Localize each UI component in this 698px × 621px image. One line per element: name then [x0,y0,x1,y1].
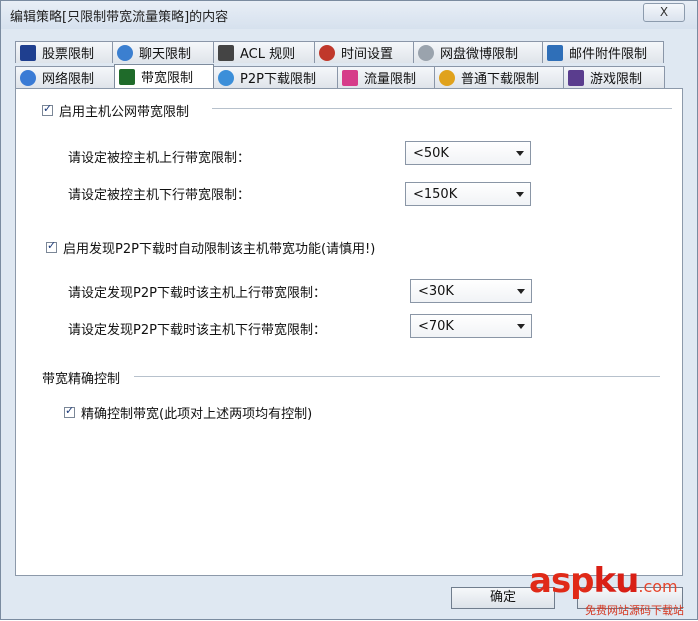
download-timer-icon [439,69,455,86]
tab-label: 带宽限制 [141,71,194,86]
tab-game-limit[interactable]: 游戏限制 [563,66,665,88]
public-bw-enable-checkbox[interactable] [42,102,53,116]
site-watermark-logo: aspku.com 免费网站源码下载站 [529,561,694,621]
chevron-down-icon [516,192,524,197]
download-limit-label: 请设定被控主机下行带宽限制： [68,188,251,203]
tab-label: 网盘微博限制 [440,47,519,62]
watermark-subtext: 免费网站源码下载站 [585,604,684,617]
divider [134,376,660,377]
tab-label: 股票限制 [42,47,95,62]
watermark-com: .com [638,577,678,596]
tab-label: 邮件附件限制 [569,47,648,62]
public-bw-enable-label: 启用主机公网带宽限制 [59,105,190,120]
globe-icon [20,69,36,86]
tab-time-settings[interactable]: 时间设置 [314,41,414,63]
watermark-asp: asp [529,561,595,601]
window-title: 编辑策略[只限制带宽流量策略]的内容 [10,10,229,25]
upload-limit-label: 请设定被控主机上行带宽限制： [68,151,251,166]
p2p-icon [218,69,234,86]
cloud-drive-icon [418,44,434,61]
precise-control-checkbox[interactable] [64,404,75,418]
download-limit-value: <150K [413,187,458,202]
tab-label: 聊天限制 [139,47,192,62]
upload-limit-select[interactable]: <50K [405,141,531,165]
precise-control-row[interactable]: 精确控制带宽(此项对上述两项均有控制) [64,403,312,422]
traffic-bars-icon [342,69,358,86]
p2p-upload-limit-value: <30K [418,284,454,299]
tab-row-1: 股票限制 聊天限制 ACL 规则 时间设置 网盘微博限制 邮件附件限制 [15,41,664,63]
close-button[interactable]: X [643,3,685,22]
stock-chart-icon [20,44,36,61]
precise-control-label: 精确控制带宽(此项对上述两项均有控制) [81,407,313,422]
precise-control-group-title: 带宽精确控制 [42,372,121,387]
p2p-download-limit-label: 请设定发现P2P下载时该主机下行带宽限制： [68,323,326,338]
watermark-text: aspku.com [529,561,678,601]
tab-acl-rules[interactable]: ACL 规则 [213,41,315,63]
p2p-download-limit-value: <70K [418,319,454,334]
tab-p2p-download-limit[interactable]: P2P下载限制 [213,66,338,88]
close-icon: X [659,5,669,19]
tab-chat-limit[interactable]: 聊天限制 [112,41,214,63]
tab-label: ACL 规则 [240,47,296,62]
title-bar: 编辑策略[只限制带宽流量策略]的内容 X [1,1,697,29]
p2p-auto-limit-row[interactable]: 启用发现P2P下载时自动限制该主机带宽功能(请慎用!) [46,238,375,257]
download-limit-select[interactable]: <150K [405,182,531,206]
tab-label: 时间设置 [341,47,394,62]
watermark-ku: ku [593,561,640,601]
tab-label: 普通下载限制 [461,72,540,87]
chat-users-icon [117,44,133,61]
tab-label: 流量限制 [364,72,417,87]
tab-mail-attachment-limit[interactable]: 邮件附件限制 [542,41,664,63]
tab-label: 网络限制 [42,72,95,87]
tab-row-2: 网络限制 带宽限制 P2P下载限制 流量限制 普通下载限制 游戏限制 [15,64,665,88]
divider [212,108,672,109]
p2p-upload-limit-label: 请设定发现P2P下载时该主机上行带宽限制： [68,286,326,301]
tab-label: P2P下载限制 [240,72,316,87]
public-bw-enable-row[interactable]: 启用主机公网带宽限制 [42,101,189,120]
mail-attachment-icon [547,44,563,61]
upload-limit-value: <50K [413,146,449,161]
p2p-auto-limit-checkbox[interactable] [46,239,57,253]
acl-pen-icon [218,44,234,61]
p2p-auto-limit-label: 启用发现P2P下载时自动限制该主机带宽功能(请慎用!) [63,242,376,257]
chevron-down-icon [517,289,525,294]
game-icon [568,69,584,86]
tab-network-limit[interactable]: 网络限制 [15,66,115,88]
p2p-upload-limit-select[interactable]: <30K [410,279,532,303]
chevron-down-icon [517,324,525,329]
p2p-download-limit-select[interactable]: <70K [410,314,532,338]
tab-label: 游戏限制 [590,72,643,87]
bandwidth-limit-panel: 启用主机公网带宽限制 请设定被控主机上行带宽限制： <50K 请设定被控主机下行… [15,88,683,576]
ok-button-label: 确定 [489,590,516,605]
tab-bandwidth-limit[interactable]: 带宽限制 [114,64,214,88]
clock-red-icon [319,44,335,61]
tab-stock-limit[interactable]: 股票限制 [15,41,113,63]
policy-editor-dialog: 编辑策略[只限制带宽流量策略]的内容 X 股票限制 聊天限制 ACL 规则 时间… [0,0,698,620]
tab-netdisk-weibo-limit[interactable]: 网盘微博限制 [413,41,543,63]
tab-traffic-limit[interactable]: 流量限制 [337,66,435,88]
bandwidth-monitor-icon [119,68,135,85]
tab-normal-download-limit[interactable]: 普通下载限制 [434,66,564,88]
chevron-down-icon [516,151,524,156]
